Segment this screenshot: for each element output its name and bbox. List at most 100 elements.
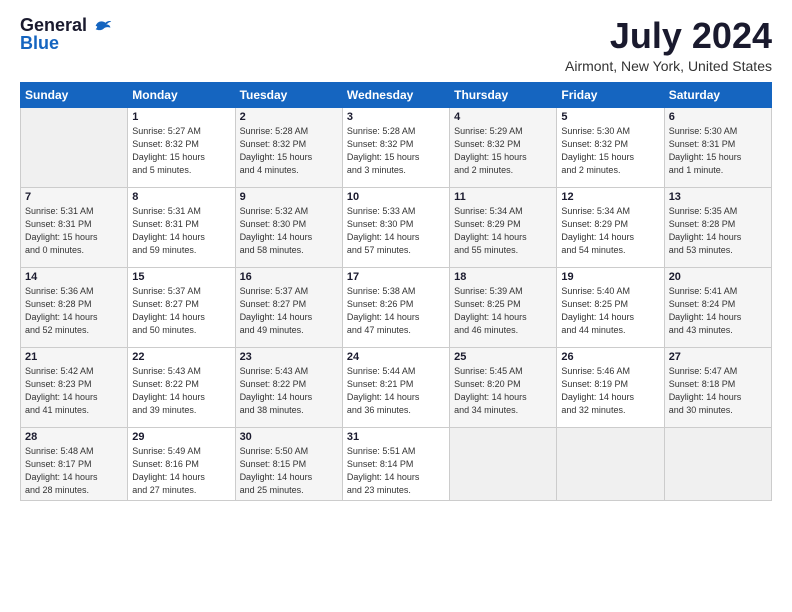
calendar-day-header: Monday (128, 82, 235, 107)
day-info: Sunrise: 5:51 AM Sunset: 8:14 PM Dayligh… (347, 445, 445, 497)
day-number: 25 (454, 351, 552, 363)
calendar-cell: 29 Sunrise: 5:49 AM Sunset: 8:16 PM Dayli… (128, 427, 235, 500)
day-info: Sunrise: 5:41 AM Sunset: 8:24 PM Dayligh… (669, 285, 767, 337)
calendar-cell: 28 Sunrise: 5:48 AM Sunset: 8:17 PM Dayli… (21, 427, 128, 500)
day-info: Sunrise: 5:34 AM Sunset: 8:29 PM Dayligh… (561, 205, 659, 257)
day-info: Sunrise: 5:49 AM Sunset: 8:16 PM Dayligh… (132, 445, 230, 497)
calendar-cell: 7Sunrise: 5:31 AM Sunset: 8:31 PM Daylig… (21, 187, 128, 267)
calendar-day-header: Wednesday (342, 82, 449, 107)
day-number: 21 (25, 351, 123, 363)
calendar-cell: 15Sunrise: 5:37 AM Sunset: 8:27 PM Dayli… (128, 267, 235, 347)
day-info: Sunrise: 5:28 AM Sunset: 8:32 PM Dayligh… (347, 125, 445, 177)
day-info: Sunrise: 5:33 AM Sunset: 8:30 PM Dayligh… (347, 205, 445, 257)
day-info: Sunrise: 5:36 AM Sunset: 8:28 PM Dayligh… (25, 285, 123, 337)
day-number: 13 (669, 191, 767, 203)
calendar-cell: 24 Sunrise: 5:44 AM Sunset: 8:21 PM Dayli… (342, 347, 449, 427)
day-number: 22 (132, 351, 230, 363)
calendar-cell: 13 Sunrise: 5:35 AM Sunset: 8:28 PM Dayli… (664, 187, 771, 267)
calendar-cell: 6 Sunrise: 5:30 AM Sunset: 8:31 PM Daylig… (664, 107, 771, 187)
calendar-cell: 17 Sunrise: 5:38 AM Sunset: 8:26 PM Dayli… (342, 267, 449, 347)
logo-bird-icon (94, 19, 112, 33)
day-number: 5 (561, 111, 659, 123)
day-number: 8 (132, 191, 230, 203)
calendar-week-row: 28 Sunrise: 5:48 AM Sunset: 8:17 PM Dayli… (21, 427, 772, 500)
calendar-cell: 8 Sunrise: 5:31 AM Sunset: 8:31 PM Daylig… (128, 187, 235, 267)
calendar-day-header: Thursday (450, 82, 557, 107)
calendar-cell: 19Sunrise: 5:40 AM Sunset: 8:25 PM Dayli… (557, 267, 664, 347)
day-number: 26 (561, 351, 659, 363)
subtitle: Airmont, New York, United States (565, 58, 772, 74)
day-number: 31 (347, 431, 445, 443)
day-number: 24 (347, 351, 445, 363)
day-number: 15 (132, 271, 230, 283)
day-info: Sunrise: 5:47 AM Sunset: 8:18 PM Dayligh… (669, 365, 767, 417)
calendar-cell (21, 107, 128, 187)
calendar-cell: 25 Sunrise: 5:45 AM Sunset: 8:20 PM Dayli… (450, 347, 557, 427)
day-info: Sunrise: 5:35 AM Sunset: 8:28 PM Dayligh… (669, 205, 767, 257)
page: General Blue July 2024 Airmont, New York… (0, 0, 792, 612)
calendar-cell (450, 427, 557, 500)
calendar-week-row: 21Sunrise: 5:42 AM Sunset: 8:23 PM Dayli… (21, 347, 772, 427)
calendar-week-row: 14 Sunrise: 5:36 AM Sunset: 8:28 PM Dayli… (21, 267, 772, 347)
day-number: 18 (454, 271, 552, 283)
calendar-cell: 11 Sunrise: 5:34 AM Sunset: 8:29 PM Dayli… (450, 187, 557, 267)
calendar-cell: 26Sunrise: 5:46 AM Sunset: 8:19 PM Dayli… (557, 347, 664, 427)
title-block: July 2024 Airmont, New York, United Stat… (565, 16, 772, 74)
day-info: Sunrise: 5:50 AM Sunset: 8:15 PM Dayligh… (240, 445, 338, 497)
day-info: Sunrise: 5:27 AM Sunset: 8:32 PM Dayligh… (132, 125, 230, 177)
day-info: Sunrise: 5:30 AM Sunset: 8:31 PM Dayligh… (669, 125, 767, 177)
calendar-cell (664, 427, 771, 500)
day-number: 23 (240, 351, 338, 363)
day-number: 28 (25, 431, 123, 443)
calendar-cell: 30Sunrise: 5:50 AM Sunset: 8:15 PM Dayli… (235, 427, 342, 500)
day-info: Sunrise: 5:43 AM Sunset: 8:22 PM Dayligh… (132, 365, 230, 417)
day-number: 20 (669, 271, 767, 283)
calendar-week-row: 7Sunrise: 5:31 AM Sunset: 8:31 PM Daylig… (21, 187, 772, 267)
day-number: 3 (347, 111, 445, 123)
calendar-week-row: 1 Sunrise: 5:27 AM Sunset: 8:32 PM Daylig… (21, 107, 772, 187)
calendar-cell: 4Sunrise: 5:29 AM Sunset: 8:32 PM Daylig… (450, 107, 557, 187)
calendar-day-header: Tuesday (235, 82, 342, 107)
logo-blue: Blue (20, 34, 59, 54)
day-info: Sunrise: 5:44 AM Sunset: 8:21 PM Dayligh… (347, 365, 445, 417)
calendar-cell: 23 Sunrise: 5:43 AM Sunset: 8:22 PM Dayli… (235, 347, 342, 427)
calendar-cell: 18 Sunrise: 5:39 AM Sunset: 8:25 PM Dayli… (450, 267, 557, 347)
day-info: Sunrise: 5:30 AM Sunset: 8:32 PM Dayligh… (561, 125, 659, 177)
day-info: Sunrise: 5:31 AM Sunset: 8:31 PM Dayligh… (25, 205, 123, 257)
day-info: Sunrise: 5:45 AM Sunset: 8:20 PM Dayligh… (454, 365, 552, 417)
day-info: Sunrise: 5:48 AM Sunset: 8:17 PM Dayligh… (25, 445, 123, 497)
day-number: 12 (561, 191, 659, 203)
day-info: Sunrise: 5:38 AM Sunset: 8:26 PM Dayligh… (347, 285, 445, 337)
calendar-cell: 3 Sunrise: 5:28 AM Sunset: 8:32 PM Daylig… (342, 107, 449, 187)
day-info: Sunrise: 5:31 AM Sunset: 8:31 PM Dayligh… (132, 205, 230, 257)
day-number: 27 (669, 351, 767, 363)
calendar-day-header: Sunday (21, 82, 128, 107)
day-info: Sunrise: 5:43 AM Sunset: 8:22 PM Dayligh… (240, 365, 338, 417)
day-info: Sunrise: 5:32 AM Sunset: 8:30 PM Dayligh… (240, 205, 338, 257)
calendar-cell: 5 Sunrise: 5:30 AM Sunset: 8:32 PM Daylig… (557, 107, 664, 187)
calendar-day-header: Saturday (664, 82, 771, 107)
day-info: Sunrise: 5:39 AM Sunset: 8:25 PM Dayligh… (454, 285, 552, 337)
day-number: 17 (347, 271, 445, 283)
calendar-cell: 22 Sunrise: 5:43 AM Sunset: 8:22 PM Dayli… (128, 347, 235, 427)
day-number: 11 (454, 191, 552, 203)
day-number: 6 (669, 111, 767, 123)
day-number: 29 (132, 431, 230, 443)
calendar-cell: 31 Sunrise: 5:51 AM Sunset: 8:14 PM Dayli… (342, 427, 449, 500)
calendar-cell: 20 Sunrise: 5:41 AM Sunset: 8:24 PM Dayli… (664, 267, 771, 347)
day-info: Sunrise: 5:34 AM Sunset: 8:29 PM Dayligh… (454, 205, 552, 257)
day-number: 9 (240, 191, 338, 203)
main-title: July 2024 (565, 16, 772, 56)
calendar-cell: 9 Sunrise: 5:32 AM Sunset: 8:30 PM Daylig… (235, 187, 342, 267)
day-number: 14 (25, 271, 123, 283)
calendar-cell: 12 Sunrise: 5:34 AM Sunset: 8:29 PM Dayli… (557, 187, 664, 267)
header: General Blue July 2024 Airmont, New York… (20, 16, 772, 74)
day-info: Sunrise: 5:29 AM Sunset: 8:32 PM Dayligh… (454, 125, 552, 177)
day-number: 10 (347, 191, 445, 203)
day-info: Sunrise: 5:40 AM Sunset: 8:25 PM Dayligh… (561, 285, 659, 337)
logo: General Blue (20, 16, 112, 54)
calendar-cell: 1 Sunrise: 5:27 AM Sunset: 8:32 PM Daylig… (128, 107, 235, 187)
day-info: Sunrise: 5:37 AM Sunset: 8:27 PM Dayligh… (240, 285, 338, 337)
day-number: 1 (132, 111, 230, 123)
day-number: 2 (240, 111, 338, 123)
